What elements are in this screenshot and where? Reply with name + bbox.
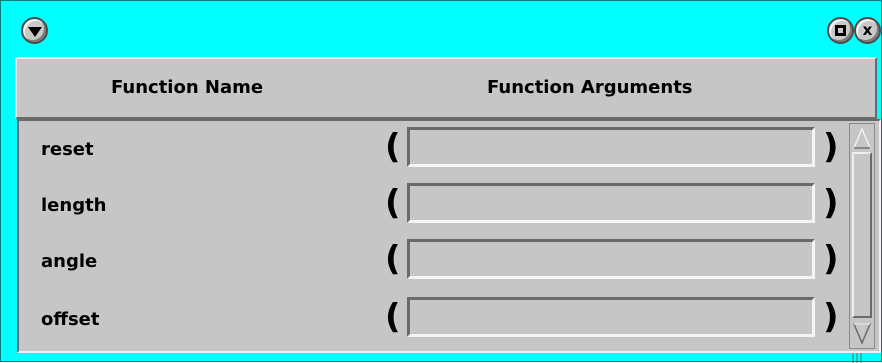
close-icon: x xyxy=(862,21,873,39)
title-bar[interactable]: x xyxy=(1,1,881,57)
function-row-offset: offset ( ) xyxy=(19,291,849,349)
function-row-reset: reset ( ) xyxy=(19,121,849,179)
arguments-input[interactable] xyxy=(407,127,815,167)
scrollbar-thumb[interactable] xyxy=(852,152,872,318)
arguments-input[interactable] xyxy=(407,239,815,279)
vertical-scrollbar[interactable] xyxy=(849,123,875,349)
column-header: Function Name Function Arguments xyxy=(15,57,877,119)
close-paren: ) xyxy=(823,297,839,337)
function-name: offset xyxy=(41,309,100,330)
open-paren: ( xyxy=(385,239,401,279)
arguments-input[interactable] xyxy=(407,297,815,337)
scroll-up-arrow-icon[interactable] xyxy=(852,126,872,152)
open-paren: ( xyxy=(385,127,401,167)
function-editor-window: x Function Name Function Arguments reset… xyxy=(0,0,882,363)
function-name: reset xyxy=(41,139,94,160)
close-paren: ) xyxy=(823,183,839,223)
function-name: angle xyxy=(41,251,98,272)
open-paren: ( xyxy=(385,297,401,337)
triangle-down-icon xyxy=(27,26,42,37)
window-menu-button[interactable] xyxy=(21,17,48,44)
arguments-input[interactable] xyxy=(407,183,815,223)
scroll-down-arrow-icon[interactable] xyxy=(852,320,872,346)
function-name: length xyxy=(41,195,107,216)
maximize-button[interactable] xyxy=(827,17,854,44)
square-icon xyxy=(835,25,846,36)
function-row-angle: angle ( ) xyxy=(19,233,849,291)
function-arguments-header: Function Arguments xyxy=(487,77,693,98)
close-paren: ) xyxy=(823,239,839,279)
function-list: reset ( ) length ( ) angle ( ) offset ( … xyxy=(17,119,881,353)
open-paren: ( xyxy=(385,183,401,223)
close-button[interactable]: x xyxy=(854,17,881,44)
function-name-header: Function Name xyxy=(111,77,264,98)
function-row-length: length ( ) xyxy=(19,177,849,235)
close-paren: ) xyxy=(823,127,839,167)
